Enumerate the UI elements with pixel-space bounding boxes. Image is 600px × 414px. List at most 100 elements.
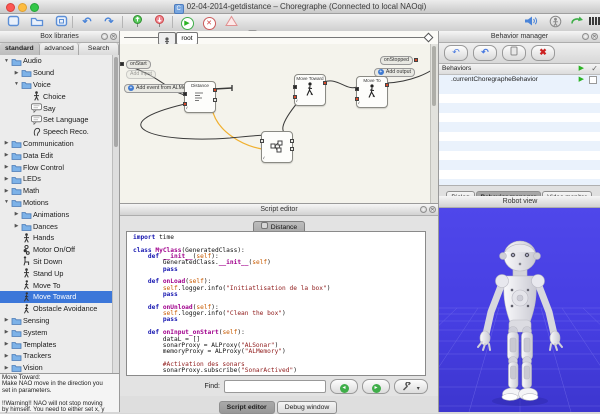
find-options-button[interactable]: ▾ — [394, 379, 428, 394]
canvas-scrollbar[interactable] — [430, 44, 438, 203]
arrow-right-icon[interactable]: ▶ — [13, 70, 20, 76]
play-all-icon[interactable]: ▶ — [579, 64, 584, 74]
box-input-port[interactable] — [183, 92, 187, 96]
tree-item-motor-on-off[interactable]: Motor On/Off — [0, 244, 113, 256]
tree-item-data-edit[interactable]: ▶Data Edit — [0, 149, 113, 161]
tree-item-set-language[interactable]: Set Language — [0, 114, 113, 126]
tree-item-sound[interactable]: ▶Sound — [0, 67, 113, 79]
canvas-scrollbar-thumb[interactable] — [432, 46, 436, 106]
tree-item-sensing[interactable]: ▶Sensing — [0, 315, 113, 327]
box-input-port[interactable] — [260, 139, 264, 143]
tree-item-move-toward[interactable]: Move Toward — [0, 291, 113, 303]
distance-box[interactable]: Distance ⌐ — [184, 81, 216, 113]
close-window-button[interactable] — [6, 3, 15, 12]
save-icon[interactable] — [52, 15, 70, 29]
tree-item-move-to[interactable]: Move To — [0, 279, 113, 291]
library-tab-advanced[interactable]: advanced — [40, 43, 80, 55]
arrow-right-icon[interactable]: ▶ — [3, 365, 10, 371]
wrench-icon[interactable]: ⌐ — [184, 105, 190, 111]
transfer-from-robot-icon[interactable]: ↶ — [473, 45, 497, 61]
code-area[interactable]: import time class MyClass(GeneratedClass… — [126, 231, 426, 376]
tree-item-obstacle-avoidance[interactable]: Obstacle Avoidance — [0, 303, 113, 315]
tab-script-editor[interactable]: Script editor — [219, 401, 275, 414]
behaviors-list-header[interactable]: Behaviors ▶ ✓ — [439, 64, 600, 75]
library-tab-search[interactable]: Search — [79, 43, 119, 55]
tree-item-audio[interactable]: ▼Audio — [0, 55, 113, 67]
arrow-right-icon[interactable]: ▶ — [3, 164, 10, 170]
remove-behavior-icon[interactable]: ✖ — [531, 45, 555, 61]
arrow-right-icon[interactable]: ▶ — [3, 317, 10, 323]
nodes-box[interactable]: ⌐ — [261, 131, 293, 163]
panel-close-icon[interactable]: ✕ — [429, 206, 436, 213]
behavior-checkbox[interactable] — [589, 76, 597, 84]
new-document-icon[interactable] — [4, 15, 22, 29]
arrow-right-icon[interactable]: ▶ — [3, 176, 10, 182]
tree-item-speech-reco-[interactable]: Speech Reco. — [0, 126, 113, 138]
panel-float-icon[interactable] — [101, 33, 108, 40]
move-to-box[interactable]: Move To ⌐ — [356, 76, 388, 108]
behavior-row[interactable]: .currentChoregrapheBehavior▶ — [439, 75, 600, 85]
open-folder-icon[interactable] — [28, 15, 46, 29]
box-output-port[interactable] — [290, 139, 294, 143]
arrow-right-icon[interactable]: ▶ — [3, 140, 10, 146]
wrench-icon[interactable]: ⌐ — [294, 98, 300, 104]
tree-item-dances[interactable]: ▶Dances — [0, 220, 113, 232]
box-output-port[interactable] — [323, 81, 327, 85]
arrow-down-icon[interactable]: ▼ — [13, 81, 20, 87]
box-output-port[interactable] — [290, 147, 294, 151]
redo-icon[interactable]: ↷ — [100, 15, 118, 29]
arrow-right-icon[interactable]: ▶ — [3, 329, 10, 335]
find-input[interactable] — [224, 380, 326, 393]
box-input-port[interactable] — [355, 87, 359, 91]
tree-item-choice[interactable]: Choice — [0, 90, 113, 102]
tree-scrollbar[interactable] — [112, 55, 119, 373]
panel-close-icon[interactable]: ✕ — [110, 33, 117, 40]
tree-item-templates[interactable]: ▶Templates — [0, 338, 113, 350]
tree-item-flow-control[interactable]: ▶Flow Control — [0, 161, 113, 173]
box-data-port[interactable] — [213, 98, 217, 102]
tab-debug-window[interactable]: Debug window — [277, 401, 338, 414]
arrow-right-icon[interactable]: ▶ — [13, 223, 20, 229]
wrench-icon[interactable]: ⌐ — [356, 100, 362, 106]
tree-item-vision[interactable]: ▶Vision — [0, 362, 113, 373]
box-output-port[interactable] — [385, 83, 389, 87]
stop-icon[interactable]: ✕ — [200, 15, 218, 29]
undo-icon[interactable]: ↶ — [78, 15, 96, 29]
find-previous-button[interactable]: ◂ — [330, 379, 358, 394]
robot-3d-view[interactable] — [439, 208, 600, 412]
check-all-icon[interactable]: ✓ — [591, 64, 598, 74]
volume-icon[interactable] — [522, 15, 540, 29]
zoom-window-button[interactable] — [30, 3, 39, 12]
upload-to-robot-icon[interactable] — [128, 15, 146, 29]
play-icon[interactable]: ▶ — [178, 15, 196, 29]
arrow-right-icon[interactable]: ▶ — [3, 341, 10, 347]
find-next-button[interactable]: ▸ — [362, 379, 390, 394]
arrow-right-icon[interactable]: ▶ — [3, 152, 10, 158]
arrow-right-icon[interactable]: ▶ — [3, 188, 10, 194]
diagram-input-port[interactable] — [120, 62, 124, 66]
tree-item-communication[interactable]: ▶Communication — [0, 138, 113, 150]
wrench-icon[interactable]: ⌐ — [261, 155, 267, 161]
box-input-port[interactable] — [293, 85, 297, 89]
tree-item-motions[interactable]: ▼Motions — [0, 197, 113, 209]
robot-posture-icon[interactable] — [546, 15, 564, 29]
arrow-right-icon[interactable]: ▶ — [13, 211, 20, 217]
file-icon[interactable] — [502, 45, 526, 61]
tree-item-animations[interactable]: ▶Animations — [0, 208, 113, 220]
onstopped-output-label[interactable]: onStopped — [380, 56, 413, 65]
tree-scrollbar-thumb[interactable] — [114, 57, 118, 147]
tree-item-hands[interactable]: Hands — [0, 232, 113, 244]
play-behavior-icon[interactable]: ▶ — [579, 75, 584, 85]
arrow-down-icon[interactable]: ▼ — [3, 199, 10, 205]
arrow-down-icon[interactable]: ▼ — [3, 58, 10, 64]
connect-icon[interactable] — [568, 15, 586, 29]
tree-item-sit-down[interactable]: Sit Down — [0, 256, 113, 268]
tree-item-trackers[interactable]: ▶Trackers — [0, 350, 113, 362]
library-tab-standard[interactable]: standard — [0, 43, 40, 55]
panel-float-icon[interactable] — [420, 206, 427, 213]
diagram-output-port[interactable] — [414, 58, 418, 62]
tree-item-system[interactable]: ▶System — [0, 326, 113, 338]
arrow-right-icon[interactable]: ▶ — [3, 353, 10, 359]
add-input-label[interactable]: Add input — [126, 70, 156, 79]
tree-item-math[interactable]: ▶Math — [0, 185, 113, 197]
